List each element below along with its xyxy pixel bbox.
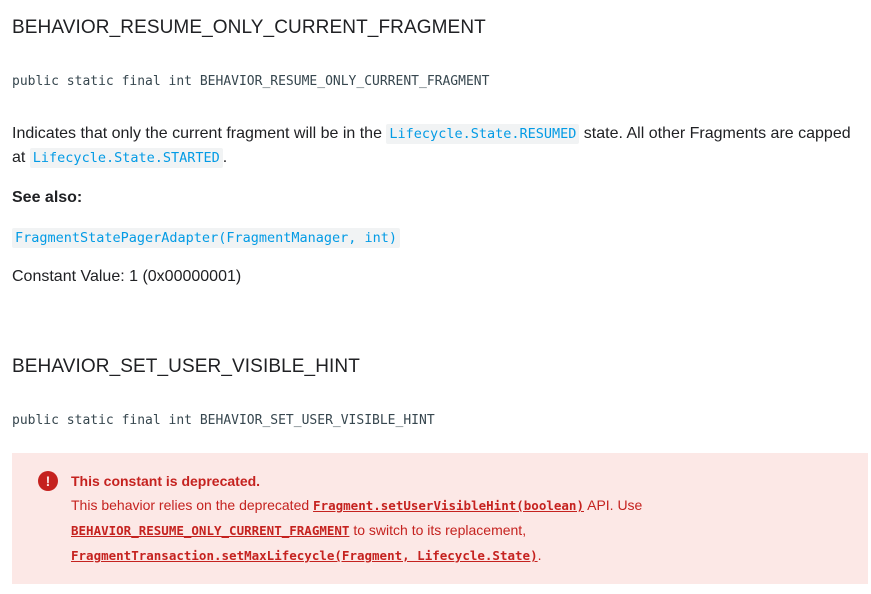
caution-text-part: . xyxy=(537,547,542,563)
constant-description: Indicates that only the current fragment… xyxy=(12,122,868,170)
caution-text-part: API. Use xyxy=(583,497,643,513)
set-user-visible-hint-link[interactable]: Fragment.setUserVisibleHint(boolean) xyxy=(313,498,584,513)
caution-text-part: This behavior relies on the deprecated xyxy=(71,497,314,513)
caution-title: This constant is deprecated. xyxy=(71,473,261,489)
constant-value: Constant Value: 1 (0x00000001) xyxy=(12,268,242,285)
behavior-resume-only-current-fragment-link[interactable]: BEHAVIOR_RESUME_ONLY_CURRENT_FRAGMENT xyxy=(71,523,349,538)
fragment-state-pager-adapter-link[interactable]: FragmentStatePagerAdapter(FragmentManage… xyxy=(12,228,401,248)
api-reference-page: BEHAVIOR_RESUME_ONLY_CURRENT_FRAGMENT pu… xyxy=(0,0,871,584)
exclamation-circle-icon: ! xyxy=(38,471,58,491)
description-text: Indicates that only the current fragment… xyxy=(12,125,387,142)
see-also-label: See also: xyxy=(12,189,83,206)
constant-title: BEHAVIOR_SET_USER_VISIBLE_HINT xyxy=(12,356,360,377)
caution-text: This behavior relies on the deprecated F… xyxy=(71,493,848,568)
description-text: . xyxy=(222,149,228,166)
see-also-list: FragmentStatePagerAdapter(FragmentManage… xyxy=(12,226,868,250)
deprecation-caution-box: ! This constant is deprecated. This beha… xyxy=(12,453,868,584)
constant-section-resume-only-current-fragment: BEHAVIOR_RESUME_ONLY_CURRENT_FRAGMENT pu… xyxy=(12,0,868,289)
constant-section-set-user-visible-hint: BEHAVIOR_SET_USER_VISIBLE_HINT public st… xyxy=(12,289,868,584)
lifecycle-started-link[interactable]: Lifecycle.State.STARTED xyxy=(29,148,223,168)
constant-signature: public static final int BEHAVIOR_RESUME_… xyxy=(12,74,490,89)
constant-signature: public static final int BEHAVIOR_SET_USE… xyxy=(12,413,435,428)
constant-title: BEHAVIOR_RESUME_ONLY_CURRENT_FRAGMENT xyxy=(12,17,486,38)
set-max-lifecycle-link[interactable]: FragmentTransaction.setMaxLifecycle(Frag… xyxy=(71,548,538,563)
lifecycle-resumed-link[interactable]: Lifecycle.State.RESUMED xyxy=(386,124,580,144)
caution-text-part: to switch to its replacement, xyxy=(349,522,527,538)
